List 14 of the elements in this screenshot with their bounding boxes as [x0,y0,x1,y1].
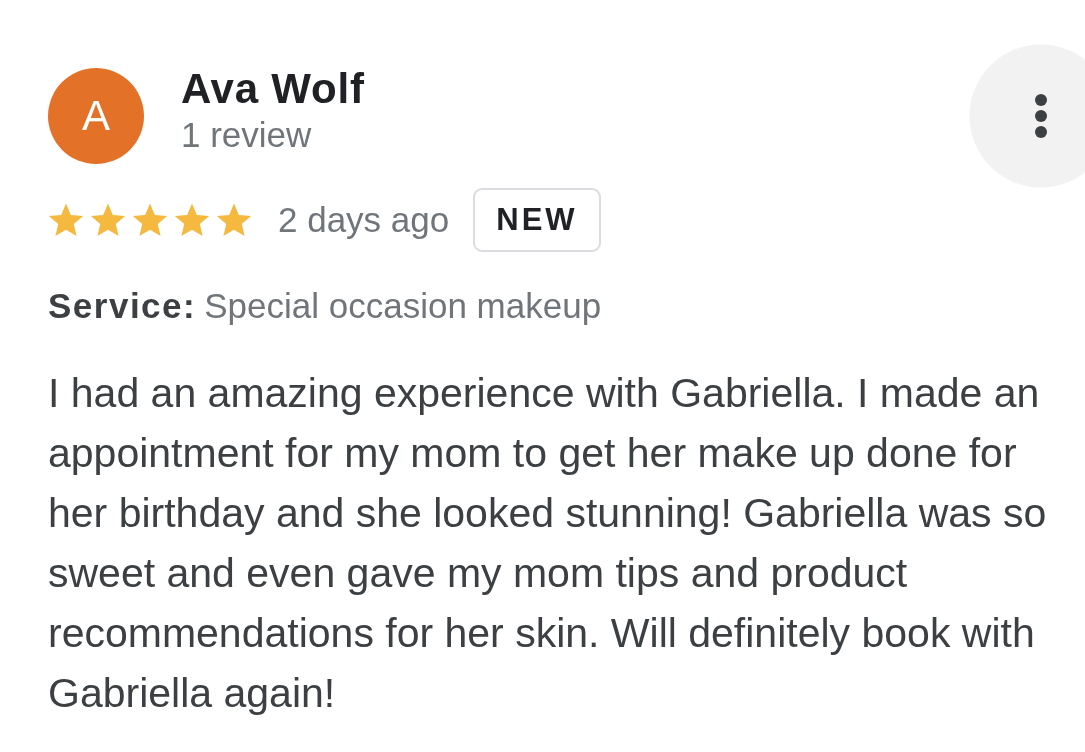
review-text: I had an amazing experience with Gabriella. I made an appointment for my mom to get her make up done for her birthday and she looked stunning! Gabriella was so sweet and even gave my mom tips and product recommendations for her skin. Will definitely book with Gabriella again! [48,369,1048,718]
service-value: Special occasion makeup [204,286,602,325]
star-icon [48,202,84,238]
review-count: 1 review [181,114,312,156]
star-icon [132,202,168,238]
new-badge: NEW [473,188,601,252]
review-date: 2 days ago [278,200,450,240]
star-icon [90,202,126,238]
vertical-dots-icon [1035,94,1047,138]
star-icon [216,202,252,238]
service-label: Service: [48,286,197,325]
star-icon [174,202,210,238]
avatar: A [48,68,144,164]
reviewer-name[interactable]: Ava Wolf [181,64,365,114]
